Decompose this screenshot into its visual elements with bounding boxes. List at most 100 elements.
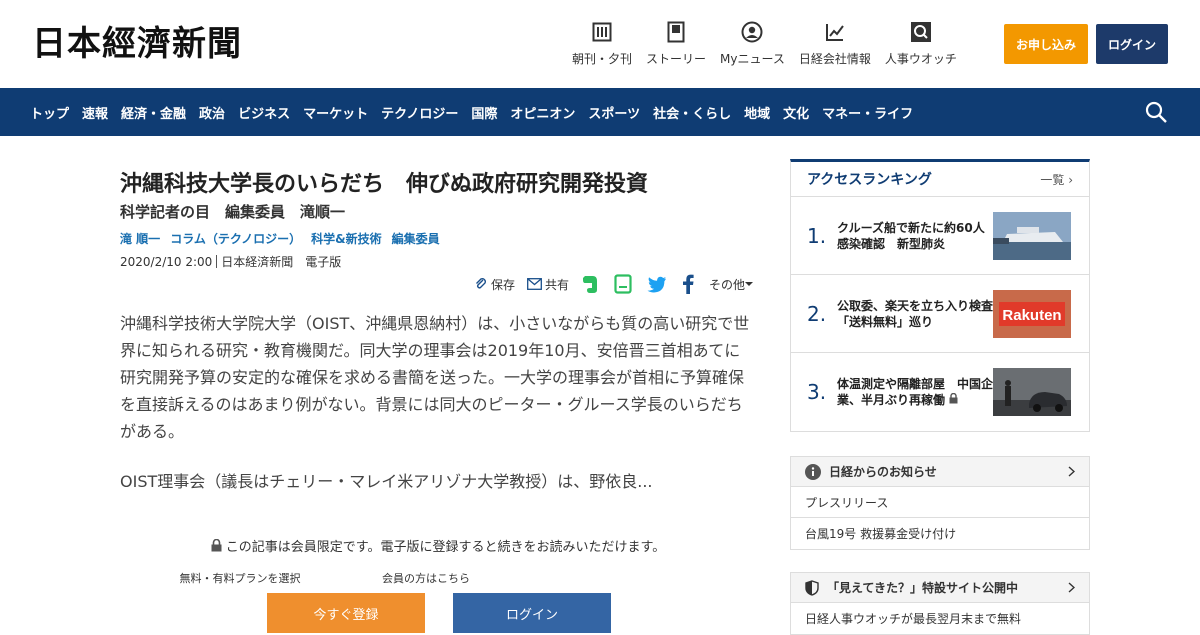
ranking-item[interactable]: 1. クルーズ船で新たに約60人感染確認 新型肺炎: [791, 197, 1089, 275]
rank-headline: クルーズ船で新たに約60人感染確認 新型肺炎: [837, 220, 985, 251]
header-nav-jinji[interactable]: 人事ウオッチ: [885, 20, 957, 67]
search-icon[interactable]: [1144, 100, 1168, 124]
article-body: 沖縄科学技術大学院大学（OIST、沖縄県恩納村）は、小さいながらも質の高い研究で…: [120, 310, 756, 518]
cruise-ship-thumbnail: [993, 211, 1071, 260]
meta-divider: [216, 255, 218, 268]
nav-item-culture[interactable]: 文化: [783, 103, 809, 122]
svg-text:Rakuten: Rakuten: [1002, 307, 1061, 324]
tag-editor[interactable]: 編集委員: [392, 230, 440, 247]
rank-number: 2.: [807, 301, 827, 326]
paywall: この記事は会員限定です。電子版に登録すると続きをお読みいただけます。: [120, 536, 756, 555]
rank-number: 3.: [807, 380, 827, 404]
notice-typhoon-donation[interactable]: 台風19号 救援募金受け付け: [791, 518, 1089, 549]
nav-item-politics[interactable]: 政治: [199, 103, 225, 122]
article: 沖縄科技大学長のいらだち 伸びぬ政府研究開発投資 科学記者の目 編集委員 滝順一…: [120, 160, 756, 491]
user-icon: [740, 20, 764, 44]
rank-headline: 公取委、楽天を立ち入り検査 「送料無料」巡り: [837, 298, 1005, 329]
lock-icon: [949, 392, 958, 404]
nav-item-society[interactable]: 社会・くらし: [653, 103, 731, 122]
header-nav-label: Myニュース: [720, 52, 785, 66]
header-nav-paper[interactable]: 朝刊・夕刊: [572, 20, 632, 67]
main-nav: トップ 速報 経済・金融 政治 ビジネス マーケット テクノロジー 国際 オピニ…: [0, 88, 1200, 136]
share-label: 共有: [544, 277, 569, 292]
chevron-right-icon: [1068, 582, 1075, 593]
article-paragraph: 沖縄科学技術大学院大学（OIST、沖縄県恩納村）は、小さいながらも質の高い研究で…: [120, 314, 750, 441]
header-nav-label: 人事ウオッチ: [884, 52, 957, 66]
ranking-title: アクセスランキング: [807, 172, 932, 188]
share-bar: 保存 共有 その他: [462, 274, 756, 294]
member-label: 会員の方はこちら: [382, 572, 470, 585]
tag-column[interactable]: コラム（テクノロジー）: [170, 230, 301, 247]
chevron-right-icon: [1068, 466, 1075, 477]
facebook-icon[interactable]: [682, 274, 697, 294]
login-button[interactable]: ログイン: [1096, 24, 1168, 64]
ranking-all-link[interactable]: 一覧 ›: [1040, 171, 1073, 188]
special-site: 「見えてきた？」特設サイト公開中 日経人事ウオッチが最長翌月末まで無料: [790, 572, 1090, 635]
nikkei-notices: 日経からのお知らせ プレスリリース 台風19号 救援募金受け付け: [790, 456, 1090, 550]
share-more-button[interactable]: その他: [709, 276, 756, 293]
special-header[interactable]: 「見えてきた？」特設サイト公開中: [791, 573, 1089, 603]
ranking-item[interactable]: 2. 公取委、楽天を立ち入り検査 「送料無料」巡り Rakuten: [791, 275, 1089, 353]
header-nav-mynews[interactable]: Myニュース: [720, 20, 785, 67]
ranking-item[interactable]: 3. 体温測定や隔離部屋 中国企業、半月ぶり再稼働: [791, 353, 1089, 431]
tag-science[interactable]: 科学&新技術: [311, 230, 381, 247]
factory-thumbnail: [993, 368, 1071, 416]
nav-item-region[interactable]: 地域: [744, 103, 770, 122]
plan-label: 無料・有料プランを選択: [179, 572, 301, 585]
header-nav-label: 日経会社情報: [798, 52, 871, 66]
rank-headline: 体温測定や隔離部屋 中国企業、半月ぶり再稼働: [837, 377, 994, 407]
shield-icon: [805, 579, 819, 596]
article-paragraph: OIST理事会（議長はチェリー・マレイ米アリゾナ大学教授）は、野依良...: [120, 472, 653, 491]
nav-item-economy[interactable]: 経済・金融: [121, 103, 186, 122]
nav-item-market[interactable]: マーケット: [303, 103, 368, 122]
chart-icon: [823, 20, 847, 44]
notices-header[interactable]: 日経からのお知らせ: [791, 457, 1089, 487]
newspaper-icon: [590, 20, 614, 44]
nav-item-sokuho[interactable]: 速報: [82, 103, 108, 122]
apply-button[interactable]: お申し込み: [1004, 24, 1088, 64]
twitter-icon[interactable]: [647, 276, 670, 293]
article-tags: 滝 順一 コラム（テクノロジー） 科学&新技術 編集委員: [120, 230, 756, 247]
notice-press-release[interactable]: プレスリリース: [791, 487, 1089, 518]
member-login-button[interactable]: ログイン: [453, 593, 611, 633]
share-more-label: その他: [708, 277, 745, 292]
save-label: 保存: [490, 277, 515, 292]
save-button[interactable]: 保存: [474, 276, 515, 293]
article-source: 日本経済新聞 電子版: [221, 255, 342, 269]
nav-item-international[interactable]: 国際: [471, 103, 497, 122]
nav-item-opinion[interactable]: オピニオン: [510, 103, 575, 122]
header-nav-label: 朝刊・夕刊: [572, 52, 633, 66]
info-icon: [805, 463, 821, 480]
site-header: 日本經濟新聞 朝刊・夕刊 ストーリー Myニュース 日経会社情報 人事ウオッチ …: [0, 0, 1200, 88]
access-ranking: アクセスランキング 一覧 › 1. クルーズ船で新たに約60人感染確認 新型肺炎…: [790, 159, 1090, 432]
nav-item-money[interactable]: マネー・ライフ: [822, 103, 913, 122]
special-title: 「見えてきた？」特設サイト公開中: [827, 581, 1019, 595]
lock-icon: [211, 539, 222, 552]
article-subtitle: 科学記者の目 編集委員 滝順一: [120, 203, 346, 221]
article-title: 沖縄科技大学長のいらだち 伸びぬ政府研究開発投資: [120, 172, 649, 197]
header-nav-company[interactable]: 日経会社情報: [799, 20, 871, 67]
rank-number: 1.: [807, 223, 827, 248]
register-button[interactable]: 今すぐ登録: [267, 593, 425, 633]
header-nav-story[interactable]: ストーリー: [646, 20, 706, 67]
notices-title: 日経からのお知らせ: [829, 465, 937, 479]
evernote-icon[interactable]: [581, 274, 602, 294]
article-meta: 2020/2/10 2:00 日本経済新聞 電子版: [120, 253, 756, 270]
search-person-icon: [909, 20, 933, 44]
note-icon[interactable]: [614, 274, 635, 294]
header-nav-label: ストーリー: [646, 52, 707, 66]
special-jinji-watch[interactable]: 日経人事ウオッチが最長翌月末まで無料: [791, 603, 1089, 634]
share-button[interactable]: 共有: [527, 276, 569, 293]
site-logo[interactable]: 日本經濟新聞: [32, 22, 242, 66]
caret-down-icon: [745, 282, 753, 286]
nav-item-sports[interactable]: スポーツ: [588, 103, 640, 122]
clip-icon: [475, 278, 486, 289]
header-nav: 朝刊・夕刊 ストーリー Myニュース 日経会社情報 人事ウオッチ: [572, 20, 971, 67]
paywall-labels: 無料・有料プランを選択 会員の方はこちら: [147, 570, 519, 586]
nav-item-business[interactable]: ビジネス: [238, 103, 290, 122]
rakuten-thumbnail: Rakuten: [993, 289, 1071, 338]
nav-item-top[interactable]: トップ: [30, 103, 69, 122]
nav-item-technology[interactable]: テクノロジー: [381, 103, 458, 122]
paywall-message: この記事は会員限定です。電子版に登録すると続きをお読みいただけます。: [225, 540, 666, 555]
tag-author[interactable]: 滝 順一: [120, 230, 160, 247]
